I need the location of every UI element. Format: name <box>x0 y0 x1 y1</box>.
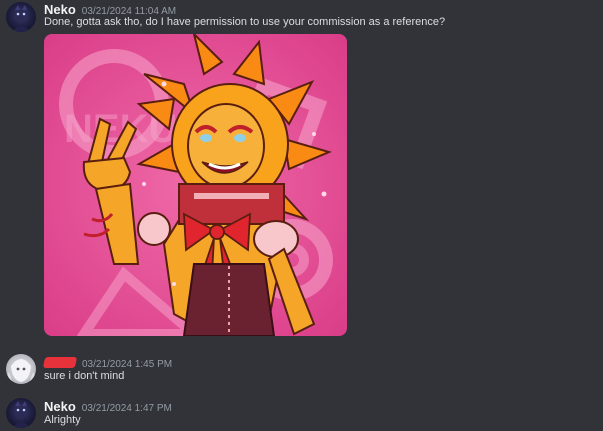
message-text: Alrighty <box>44 414 81 426</box>
avatar-neko-icon <box>12 401 30 428</box>
username[interactable]: Neko <box>44 399 76 414</box>
username[interactable]: Neko <box>44 2 76 17</box>
avatar-neko[interactable] <box>6 398 36 428</box>
avatar-user2-icon <box>6 359 36 384</box>
redacted-username <box>42 357 78 368</box>
artwork-image: NEKU & TA <box>44 34 347 336</box>
avatar-neko[interactable] <box>6 2 36 32</box>
timestamp[interactable]: 03/21/2024 1:45 PM <box>82 359 172 370</box>
avatar-neko-icon <box>12 5 30 32</box>
message-text: Done, gotta ask tho, do I have permissio… <box>44 16 446 28</box>
image-attachment[interactable]: NEKU & TA <box>44 34 347 336</box>
message-text: sure i don't mind <box>44 370 125 382</box>
avatar-user2[interactable] <box>6 354 36 384</box>
timestamp[interactable]: 03/21/2024 1:47 PM <box>82 403 172 414</box>
